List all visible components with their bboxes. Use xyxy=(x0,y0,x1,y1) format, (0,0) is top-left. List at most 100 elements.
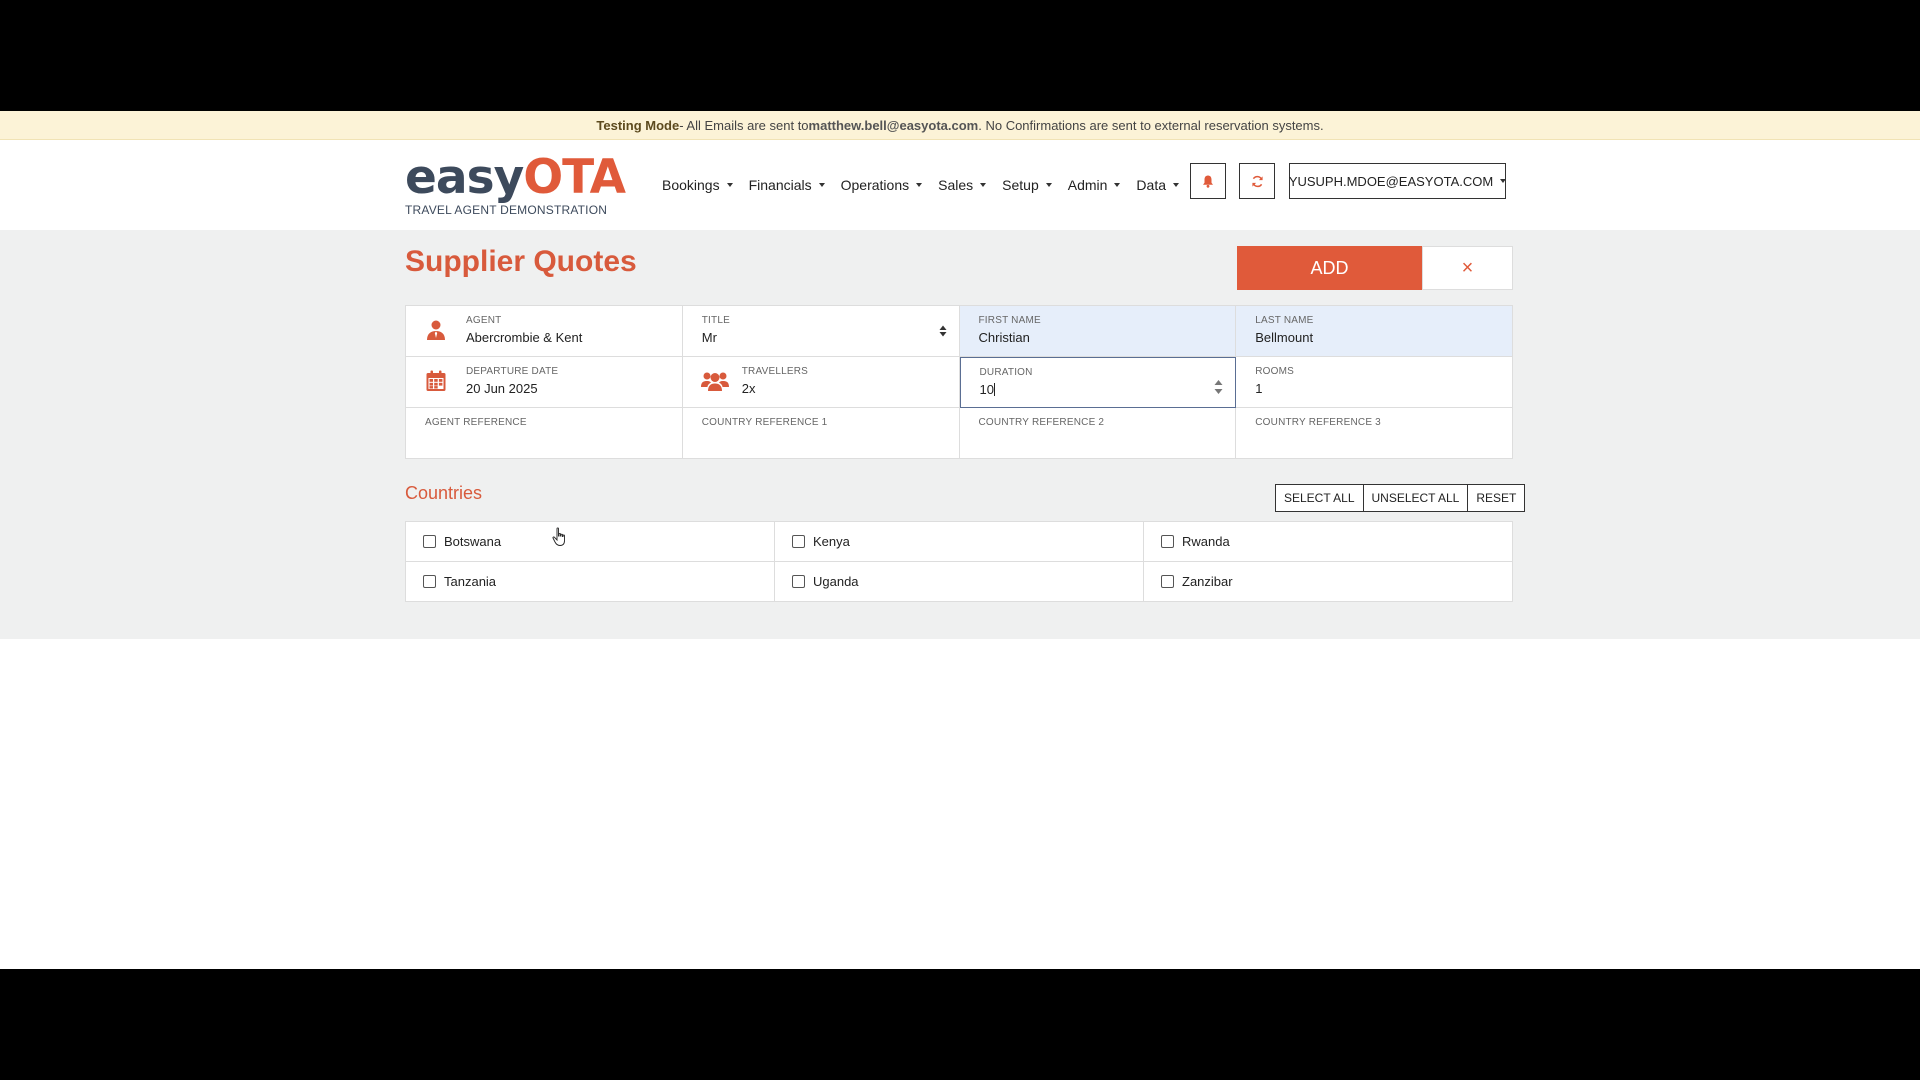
country-reference-3-field[interactable]: COUNTRY REFERENCE 3 xyxy=(1236,408,1513,459)
nav-label: Admin xyxy=(1067,177,1108,193)
nav-label: Sales xyxy=(938,177,974,193)
notifications-button[interactable] xyxy=(1190,163,1226,199)
calendar-icon xyxy=(426,370,446,391)
title-label: TITLE xyxy=(701,315,730,326)
country-checkbox[interactable] xyxy=(792,575,805,588)
last-name-field[interactable]: LAST NAME Bellmount xyxy=(1236,306,1513,357)
first-name-field[interactable]: FIRST NAME Christian xyxy=(959,306,1237,357)
logo-ota: OTA xyxy=(523,150,626,205)
reset-button[interactable]: RESET xyxy=(1467,484,1526,512)
sort-icon xyxy=(939,325,946,337)
country-reference-2-field[interactable]: COUNTRY REFERENCE 2 xyxy=(959,408,1237,459)
country-label: Uganda xyxy=(813,574,859,589)
nav-setup[interactable]: Setup xyxy=(1002,177,1052,193)
caret-down-icon xyxy=(726,183,733,187)
country-checkbox[interactable] xyxy=(792,535,805,548)
agent-field[interactable]: AGENT Abercrombie & Kent xyxy=(406,306,683,357)
country-reference-2-label: COUNTRY REFERENCE 2 xyxy=(978,417,1105,428)
last-name-label: LAST NAME xyxy=(1255,315,1314,326)
countries-list: Botswana Kenya Rwanda Tanzania Uganda Za… xyxy=(405,521,1513,602)
departure-date-field[interactable]: DEPARTURE DATE 20 Jun 2025 xyxy=(406,357,683,408)
last-name-value: Bellmount xyxy=(1255,330,1314,345)
quote-form: AGENT Abercrombie & Kent TITLE Mr FIRST … xyxy=(405,305,1513,459)
nav-operations[interactable]: Operations xyxy=(840,177,923,193)
testing-mode-banner: Testing Mode - All Emails are sent to ma… xyxy=(0,111,1920,140)
nav-sales[interactable]: Sales xyxy=(938,177,987,193)
country-item-botswana[interactable]: Botswana xyxy=(406,522,775,562)
caret-down-icon xyxy=(916,183,923,187)
countries-title: Countries xyxy=(405,483,483,503)
close-button[interactable]: × xyxy=(1422,246,1513,290)
nav-bookings[interactable]: Bookings xyxy=(662,177,733,193)
rooms-label: ROOMS xyxy=(1255,366,1295,377)
country-reference-3-label: COUNTRY REFERENCE 3 xyxy=(1255,417,1381,428)
caret-down-icon xyxy=(1500,179,1507,183)
duration-text: 10 xyxy=(979,382,994,397)
title-select[interactable]: TITLE Mr xyxy=(682,306,960,357)
text-caret xyxy=(993,383,995,396)
agent-reference-field[interactable]: AGENT REFERENCE xyxy=(406,408,683,459)
country-item-zanzibar[interactable]: Zanzibar xyxy=(1144,562,1513,602)
first-name-label: FIRST NAME xyxy=(978,315,1041,326)
countries-controls: SELECT ALL UNSELECT ALL RESET xyxy=(1275,484,1526,512)
travellers-value: 2x xyxy=(741,381,756,396)
nav-financials[interactable]: Financials xyxy=(749,177,825,193)
nav-admin[interactable]: Admin xyxy=(1068,177,1121,193)
country-checkbox[interactable] xyxy=(1161,575,1174,588)
country-item-uganda[interactable]: Uganda xyxy=(775,562,1144,602)
country-checkbox[interactable] xyxy=(1161,535,1174,548)
country-item-kenya[interactable]: Kenya xyxy=(775,522,1144,562)
nav-label: Data xyxy=(1136,177,1166,193)
country-checkbox[interactable] xyxy=(423,535,436,548)
country-reference-1-field[interactable]: COUNTRY REFERENCE 1 xyxy=(682,408,960,459)
country-label: Kenya xyxy=(813,534,850,549)
country-label: Tanzania xyxy=(444,574,497,589)
agent-reference-label: AGENT REFERENCE xyxy=(425,417,527,428)
rooms-value: 1 xyxy=(1255,381,1263,396)
caret-down-icon xyxy=(1045,183,1052,187)
banner-text-post: . No Confirmations are sent to external … xyxy=(978,117,1324,133)
country-label: Zanzibar xyxy=(1182,574,1233,589)
nav-label: Financials xyxy=(748,177,812,193)
hand-pointer-icon xyxy=(552,527,565,546)
country-item-tanzania[interactable]: Tanzania xyxy=(406,562,775,602)
first-name-value: Christian xyxy=(978,330,1030,345)
country-item-rwanda[interactable]: Rwanda xyxy=(1144,522,1513,562)
country-label: Botswana xyxy=(444,534,502,549)
add-button[interactable]: ADD xyxy=(1237,246,1422,290)
nav-data[interactable]: Data xyxy=(1136,177,1179,193)
banner-mode: Testing Mode xyxy=(596,117,680,133)
banner-email: matthew.bell@easyota.com xyxy=(808,117,979,133)
duration-field[interactable]: DURATION 10 xyxy=(959,357,1237,408)
duration-value: 10 xyxy=(980,382,995,397)
banner-text-pre: - All Emails are sent to xyxy=(679,117,809,133)
duration-label: DURATION xyxy=(979,367,1033,378)
agent-label: AGENT xyxy=(466,315,502,326)
user-email: YUSUPH.MDOE@EASYOTA.COM xyxy=(1288,173,1494,189)
user-icon xyxy=(427,320,445,340)
caret-down-icon xyxy=(1114,183,1121,187)
country-label: Rwanda xyxy=(1182,534,1230,549)
users-icon xyxy=(700,372,729,391)
page-title: Supplier Quotes xyxy=(405,245,637,278)
caret-down-icon xyxy=(818,183,825,187)
logo-subtitle: TRAVEL AGENT DEMONSTRATION xyxy=(405,203,608,217)
logo[interactable]: easyOTA TRAVEL AGENT DEMONSTRATION xyxy=(405,154,626,218)
header: easyOTA TRAVEL AGENT DEMONSTRATION Booki… xyxy=(0,140,1920,230)
nav-label: Setup xyxy=(1002,177,1039,193)
stepper-icon[interactable] xyxy=(1214,379,1223,395)
country-checkbox[interactable] xyxy=(423,575,436,588)
nav-label: Operations xyxy=(840,177,910,193)
travellers-field[interactable]: TRAVELLERS 2x xyxy=(682,357,960,408)
refresh-button[interactable] xyxy=(1239,163,1275,199)
agent-value: Abercrombie & Kent xyxy=(466,330,583,345)
user-menu-button[interactable]: YUSUPH.MDOE@EASYOTA.COM xyxy=(1288,163,1507,199)
travellers-label: TRAVELLERS xyxy=(741,366,809,377)
bell-icon xyxy=(1203,175,1213,188)
logo-easy: easy xyxy=(405,150,524,205)
country-reference-1-label: COUNTRY REFERENCE 1 xyxy=(701,417,828,428)
unselect-all-button[interactable]: UNSELECT ALL xyxy=(1362,484,1469,512)
rooms-field[interactable]: ROOMS 1 xyxy=(1236,357,1513,408)
caret-down-icon xyxy=(980,183,987,187)
select-all-button[interactable]: SELECT ALL xyxy=(1275,484,1364,512)
